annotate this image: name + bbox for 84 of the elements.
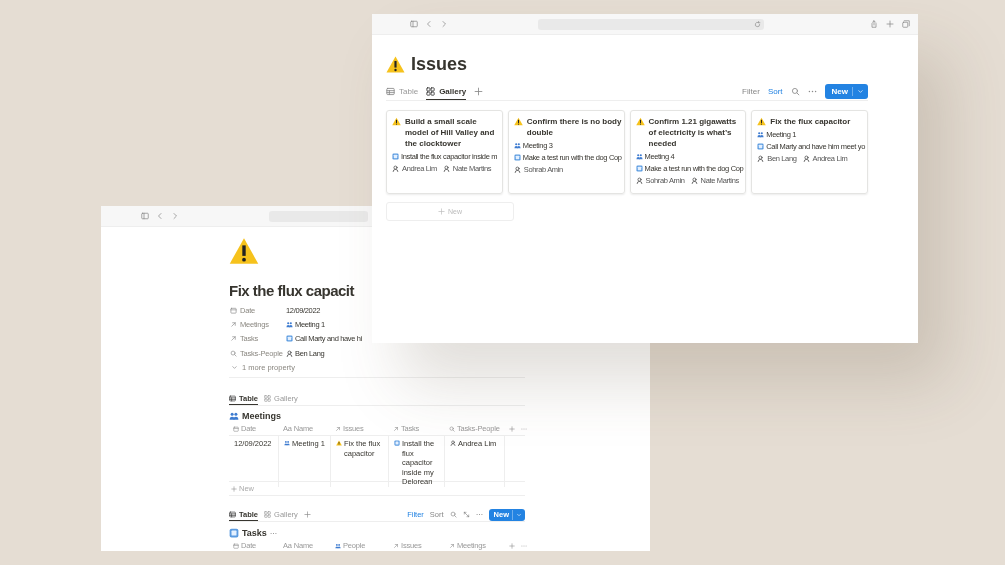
task-icon [392,152,399,160]
toolbar-link[interactable]: Sort [767,87,783,96]
database-title: Tasks [242,528,267,539]
people-icon [757,130,765,138]
share-icon[interactable] [870,20,878,28]
task-icon [286,335,293,343]
address-bar[interactable] [538,18,764,30]
search-icon[interactable] [790,87,800,96]
avatar-icon [513,165,521,173]
toolbar-link[interactable]: Filter [742,87,760,96]
back-icon[interactable] [156,212,164,220]
arrow-icon [449,543,455,549]
card-title: Build a small scale model of Hill Valley and the clocktower [405,116,496,149]
view-tab[interactable]: Gallery [426,83,467,100]
warning-icon [635,117,645,126]
tabs-icon[interactable] [902,20,910,28]
avatar-icon [690,176,698,184]
warning-icon [757,117,767,126]
task-icon [757,142,765,150]
chevron-down-icon[interactable] [231,363,238,371]
page-title: Issues [411,53,468,75]
sidebar-icon[interactable] [141,212,149,220]
plus-icon[interactable] [438,208,445,215]
people-icon [286,320,293,328]
back-icon[interactable] [425,20,433,28]
table-icon [386,86,395,96]
search-icon[interactable] [449,426,455,432]
people-icon [335,543,341,549]
chevron-down-icon[interactable] [516,512,522,518]
task-icon [229,528,239,539]
forward-icon[interactable] [171,212,179,220]
forward-icon[interactable] [440,20,448,28]
card-title: Fix the flux capacitor [770,116,851,127]
plus-icon[interactable] [231,486,237,492]
arrow-icon [393,426,399,432]
grid-icon [264,511,272,518]
plus-icon[interactable] [509,426,515,432]
arrow-icon [393,543,399,549]
people-icon [229,411,239,422]
arrow-icon [230,320,237,328]
reload-icon[interactable] [754,20,761,28]
arrow-icon [230,335,237,343]
warning-icon [513,117,523,126]
grid-icon [264,395,272,402]
task-icon [394,440,400,447]
avatar-icon [450,440,456,447]
search-icon[interactable] [449,511,457,519]
calendar-icon [233,426,239,432]
table-icon [229,395,236,402]
plus-icon[interactable] [509,543,515,549]
warning-icon [392,117,401,126]
avatar-icon [286,349,293,357]
calendar-icon [230,306,237,314]
table-icon [229,511,236,518]
arrow-icon [335,426,341,432]
task-icon [513,153,521,161]
warning-icon [336,440,342,447]
avatar-icon [392,164,399,172]
new-button[interactable]: New [824,84,868,99]
card-title: Confirm there is no body double [526,116,623,138]
people-icon [284,440,290,447]
sidebar-icon[interactable] [410,20,418,28]
avatar-icon [802,154,810,162]
task-icon [635,164,643,172]
calendar-icon [233,543,239,549]
people-icon [635,152,643,160]
chevron-down-icon[interactable] [857,88,864,95]
database-title: Meetings [242,411,281,422]
plus-icon[interactable] [303,511,311,519]
more-icon[interactable] [269,530,277,537]
grid-icon [426,86,436,96]
plus-icon[interactable] [886,20,894,28]
avatar-icon [635,176,643,184]
page-title: Fix the flux capacit [229,282,356,299]
plus-icon[interactable] [474,87,484,96]
avatar-icon [757,154,765,162]
people-icon [513,141,521,149]
avatar-icon [442,164,450,172]
search-icon[interactable] [230,349,237,357]
view-tab[interactable]: Table [386,83,419,100]
warning-icon [386,54,405,74]
card-title: Confirm 1.21 gigawatts of electricity is what’s needed [648,116,738,149]
expand-icon[interactable] [462,511,470,519]
warning-icon [229,236,259,266]
